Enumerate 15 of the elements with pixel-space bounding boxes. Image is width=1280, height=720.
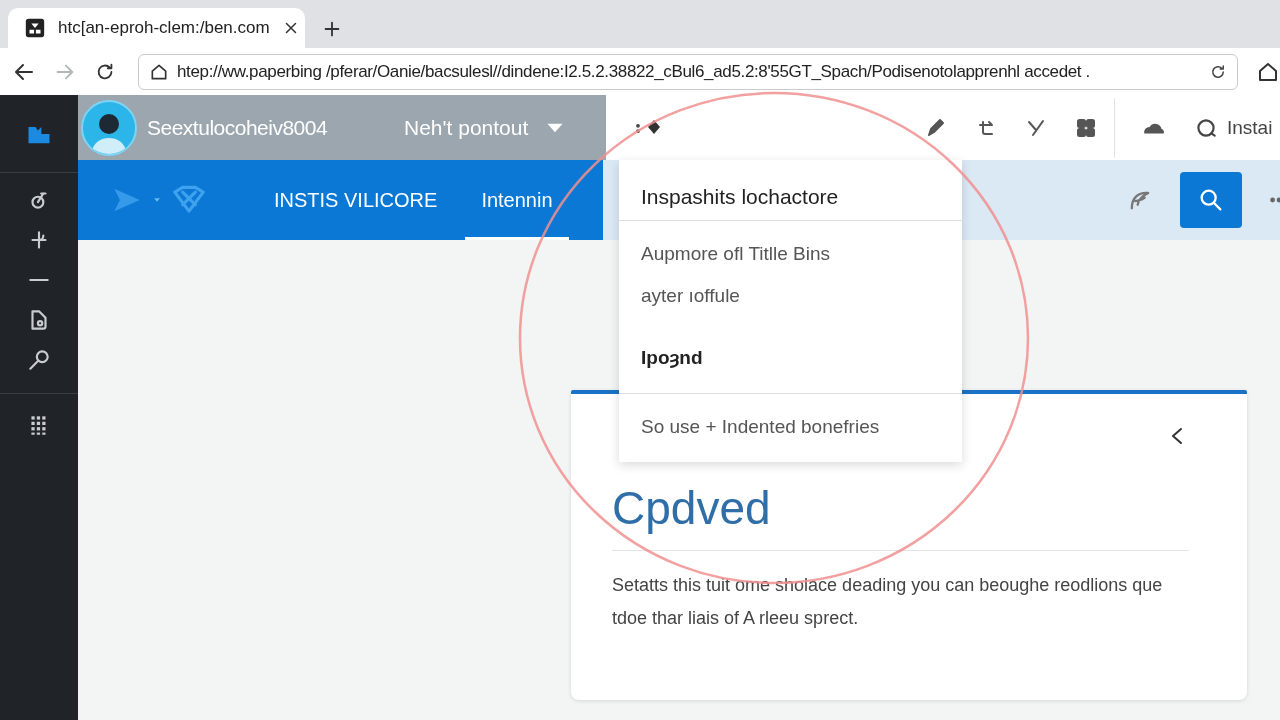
browser-tab[interactable]: htc[an-eproh-clem:/ben.com: [8, 8, 305, 48]
menu-item[interactable]: Aupmore ofl Titlle Bins: [619, 233, 962, 275]
address-field[interactable]: htep://ww.paperbing /pferar/Oanie/bacsulesl//dindene:I2.5.2.38822_cBul6_ad5.2:8'55GT_Spach/Podisenotolapprenhl accedet .: [138, 53, 1238, 90]
url-text: htep://ww.paperbing /pferar/Oanie/bacsulesl//dindene:I2.5.2.38822_cBul6_ad5.2:8'55GT_Spach/Podisenotolapprenhl accedet .: [177, 61, 1091, 82]
menu-title: Inspashits lochactore: [641, 185, 839, 209]
menu-item[interactable]: ayter ıoffule: [619, 275, 962, 317]
card-text: Setatts this tuit ome sholace deading you can beoughe reodlions que tdoe thar liais of A rleeu sprect.: [612, 574, 1164, 630]
nav-tab[interactable]: INSTIS VILICORE: [258, 160, 454, 240]
tab-title: htc[an-eproh-clem:/ben.com: [58, 18, 270, 38]
menu-heading: Ipoȝnd: [619, 317, 962, 394]
nav-tab[interactable]: Intennin: [465, 160, 569, 240]
menu-item[interactable]: So use + Indented bonefries: [619, 406, 962, 448]
toolbar-label[interactable]: Instai: [1227, 116, 1273, 139]
card-heading: Cpdved: [612, 481, 772, 536]
user-name: Seextulocoheiv8004: [147, 115, 329, 140]
